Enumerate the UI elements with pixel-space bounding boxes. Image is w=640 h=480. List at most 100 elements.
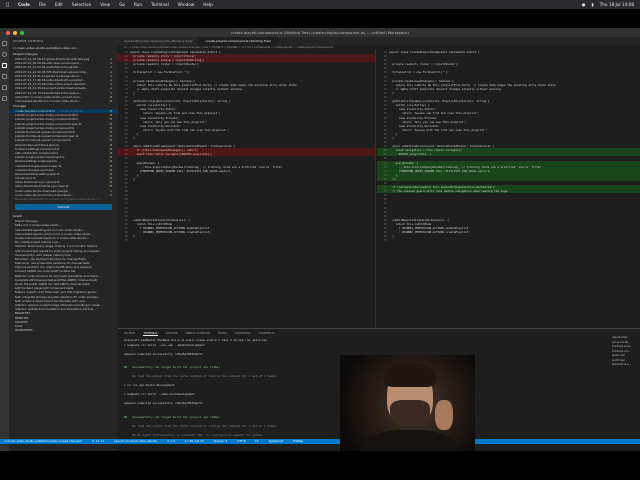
status-item[interactable]: TypeScript <box>269 439 284 444</box>
remote-explorer-icon[interactable] <box>2 96 7 101</box>
panel-tab[interactable]: PORTS <box>218 331 227 336</box>
line-text: } <box>130 234 135 239</box>
changes-list: create-playlist.component.ts cr-music-vid… <box>9 109 118 197</box>
sidebar-header: Source Control <box>13 39 44 43</box>
line-text: : CHANNEL_PERMISSION_ACTIONS.createPlayl… <box>389 230 470 235</box>
activity-bar <box>0 37 9 451</box>
run-debug-icon[interactable] <box>2 74 7 79</box>
commit-graph-list: Project Changes SKILL.md cr-music-video-s… <box>9 219 118 332</box>
status-item[interactable]: LF <box>255 439 258 444</box>
mac-menubar:  Code File Edit Selection View Go Run T… <box>0 0 640 9</box>
tab-upload-files-tray[interactable]: upload-files-tray.component.ts (Working … <box>118 37 200 45</box>
status-item[interactable]: Ln 49, Col 12 <box>185 439 203 444</box>
line-text: } <box>130 176 135 181</box>
editor-tabs: upload-files-tray.component.ts (Working … <box>118 37 640 45</box>
commit-item[interactable]: WORKTREES <box>9 328 118 332</box>
line-text: export class CreatePlaylistComponent imp… <box>389 50 480 54</box>
letterbox-bottom <box>0 451 640 480</box>
line-text: } <box>389 90 394 95</box>
person-beard <box>390 400 430 426</box>
file-name: manual-test-results.md cr-music-video-st… <box>15 98 82 103</box>
commit-button[interactable]: Commit <box>15 204 112 211</box>
status-item[interactable]: UTF-8 <box>237 439 245 444</box>
menu-run[interactable]: Run <box>134 2 142 7</box>
status-item[interactable]: 0 ⚠ 0 <box>167 439 175 444</box>
line-number: 70 <box>124 238 128 243</box>
wifi-icon[interactable]: ● <box>582 2 586 7</box>
menu-view[interactable]: View <box>100 2 110 7</box>
menu-edit[interactable]: Edit <box>55 2 63 7</box>
code-line[interactable]: 70 <box>377 238 640 242</box>
search-icon[interactable] <box>2 52 7 57</box>
line-text: // the unsaved guard still runs before n… <box>389 189 509 194</box>
window-title: create-playlist.component.ts (Working Tr… <box>231 30 409 35</box>
line-text: private readonly router = inject(Router)… <box>389 62 459 67</box>
terminal-list: report-video api-ai-model... frontend-view… <box>610 336 640 368</box>
menu-window[interactable]: Window <box>178 2 195 7</box>
explorer-icon[interactable] <box>2 41 7 46</box>
line-text: // empty-draft playlists discard changes… <box>130 86 244 91</box>
commit-message-placeholder: Message (Ctrl+Enter to commit on 'cr-mus… <box>15 197 100 201</box>
line-text: }); <box>389 176 398 181</box>
menu-file[interactable]: File <box>39 2 46 7</box>
panel-tab[interactable]: DEBUG CONSOLE <box>186 331 211 336</box>
menu-go[interactable]: Go <box>119 2 125 7</box>
code-line[interactable]: 70 <box>118 238 375 242</box>
status-item[interactable]: cr-music-video-studio-published-video-un… <box>4 439 82 444</box>
panel-tab[interactable]: PROBLEMS <box>235 331 250 336</box>
status-item[interactable]: Prettier <box>293 439 303 444</box>
status-badge: U <box>109 192 112 197</box>
person-hair <box>384 363 436 387</box>
line-text: titleControl = new FormControl(''); <box>389 70 449 75</box>
terminal-item[interactable]: standalone e... <box>610 363 640 368</box>
line-text: : CHANNEL_PERMISSION_ACTIONS.createPlayl… <box>130 230 211 235</box>
line-text: } <box>130 135 135 140</box>
battery-icon[interactable]: ▮ <box>591 2 593 7</box>
line-text: await this.router.navigate([ROUTES.playl… <box>130 152 213 157</box>
diff-editor-original[interactable]: 24 export class CreatePlaylistComponent i… <box>118 50 376 347</box>
panel-tabs: OUTPUT TERMINAL GITLENS DEBUG CONSOLE PORTS P… <box>118 329 640 338</box>
person-hand <box>435 400 453 430</box>
app-menu[interactable]: Code <box>18 2 30 7</box>
panel-tab[interactable]: TERMINAL <box>143 331 158 336</box>
diff-editor-modified[interactable]: 24 export class CreatePlaylistComponent i… <box>377 50 640 347</box>
panel-tab[interactable]: OUTPUT <box>124 331 135 336</box>
menu-help[interactable]: Help <box>203 2 213 7</box>
window-titlebar: create-playlist.component.ts (Working Tr… <box>0 28 640 37</box>
staged-list: 2024-07-14_05-58-47-global-thumbnail-wat… <box>9 57 118 103</box>
panel-tab[interactable]: GITLENS <box>166 331 178 336</box>
line-text: private readonly router = inject(Router)… <box>130 62 200 67</box>
apple-icon[interactable]:  <box>6 2 9 8</box>
line-text: } <box>130 90 135 95</box>
status-item[interactable]: 0 ↓0 ↑1 <box>92 439 104 444</box>
line-text: // empty-draft playlists discard changes… <box>389 86 503 91</box>
line-text: } <box>389 234 394 239</box>
menu-selection[interactable]: Selection <box>72 2 91 7</box>
status-item[interactable]: Launch (ai-music-video-studio) <box>114 439 157 444</box>
line-text: [FRONTEND_QUERY_PARAMS.tab]: PLAYLISTS_T… <box>130 168 232 173</box>
line-text: titleControl = new FormControl(''); <box>130 70 190 75</box>
close-icon[interactable] <box>6 30 10 35</box>
line-text: [FRONTEND_QUERY_PARAMS.tab]: PLAYLISTS_T… <box>389 168 491 173</box>
status-bar: cr-music-video-studio-published-video-un… <box>0 439 640 444</box>
status-item[interactable]: Spaces: 2 <box>214 439 228 444</box>
status-badge: M <box>109 98 112 103</box>
vscode-window: create-playlist.component.ts (Working Tr… <box>0 28 640 451</box>
line-number: 70 <box>383 238 387 243</box>
extensions-icon[interactable] <box>2 85 7 90</box>
panel-tab[interactable]: COMMENTS <box>258 331 274 336</box>
tab-create-playlist[interactable]: create-playlist.component.ts (Working Tr… <box>199 37 279 45</box>
line-text: return 'Anyone with the link can view th… <box>130 127 229 132</box>
source-control-icon[interactable] <box>2 63 7 68</box>
menu-terminal[interactable]: Terminal <box>151 2 169 7</box>
traffic-lights <box>6 30 24 35</box>
line-text: ROUTES.playlists], { <box>389 152 432 157</box>
maximize-icon[interactable] <box>20 30 24 35</box>
source-control-sidebar: Source Control cr-music-video-studio-pub… <box>9 37 118 451</box>
menubar-status: ● ▮ Thu 18 Jul 14:08 <box>582 2 634 7</box>
clock[interactable]: Thu 18 Jul 14:08 <box>600 2 634 7</box>
line-text: } <box>389 135 394 140</box>
minimize-icon[interactable] <box>13 30 17 35</box>
line-text: return 'Anyone with the link can view th… <box>389 127 488 132</box>
commit-message-input[interactable]: Message (Ctrl+Enter to commit on 'cr-mus… <box>9 197 118 201</box>
